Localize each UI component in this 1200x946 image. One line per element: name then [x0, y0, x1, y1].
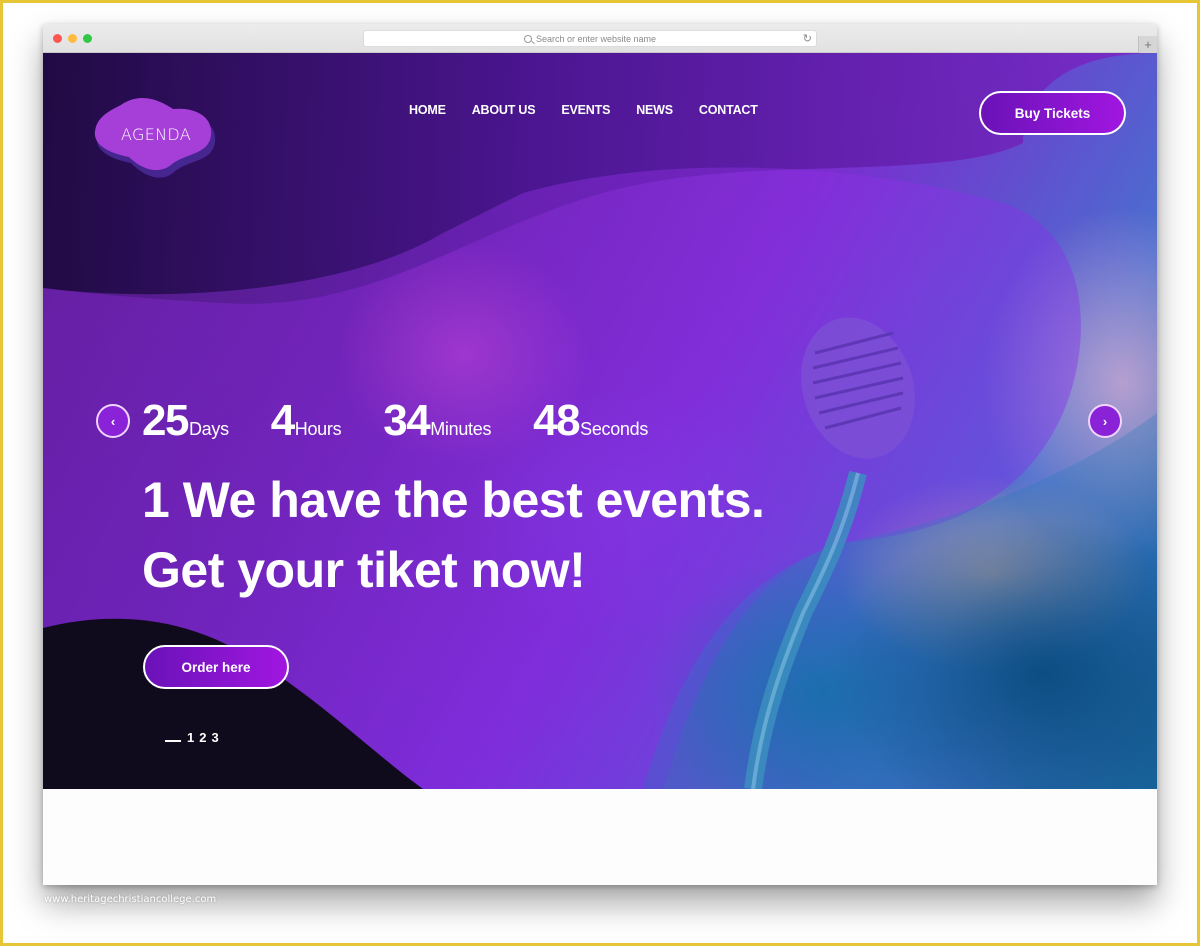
logo-text: AGENDA	[121, 125, 191, 144]
pager-item-2[interactable]: 2	[199, 730, 206, 745]
countdown-minutes: 34 Minutes	[383, 396, 491, 446]
watermark-text: www.heritagechristiancollege.com	[44, 894, 217, 905]
chevron-left-icon: ‹	[110, 413, 116, 429]
new-tab-button[interactable]: +	[1138, 36, 1157, 54]
prev-slide-button[interactable]: ‹	[96, 404, 130, 438]
hero-headline: 1 We have the best events. Get your tike…	[142, 465, 765, 605]
countdown-timer: 25 Days 4 Hours 34 Minutes 48 Seconds	[142, 396, 648, 446]
site-logo[interactable]: AGENDA	[93, 93, 219, 183]
hero-section: AGENDA HOME ABOUT US EVENTS NEWS CONTACT…	[43, 53, 1157, 789]
pager-item-1[interactable]: 1	[187, 730, 194, 745]
countdown-unit: Minutes	[430, 419, 492, 439]
headline-line-1: 1 We have the best events.	[142, 472, 765, 528]
countdown-value: 25	[142, 396, 189, 445]
countdown-hours: 4 Hours	[271, 396, 342, 446]
buy-tickets-button[interactable]: Buy Tickets	[979, 91, 1126, 135]
headline-line-2: Get your tiket now!	[142, 542, 586, 598]
countdown-value: 34	[383, 396, 430, 445]
minimize-window-button[interactable]	[68, 34, 77, 43]
countdown-seconds: 48 Seconds	[533, 396, 648, 446]
close-window-button[interactable]	[53, 34, 62, 43]
pager-item-3[interactable]: 3	[211, 730, 218, 745]
nav-about-us[interactable]: ABOUT US	[472, 103, 536, 117]
search-icon	[523, 34, 532, 43]
order-here-button[interactable]: Order here	[143, 645, 289, 689]
nav-contact[interactable]: CONTACT	[699, 103, 758, 117]
slide-pager: 1 2 3	[165, 730, 219, 745]
address-bar[interactable]: Search or enter website name ↻	[363, 30, 817, 47]
nav-events[interactable]: EVENTS	[561, 103, 610, 117]
countdown-value: 4	[270, 396, 295, 445]
main-nav: HOME ABOUT US EVENTS NEWS CONTACT	[409, 103, 784, 117]
browser-window: Search or enter website name ↻ + AGENDA …	[43, 24, 1157, 885]
browser-titlebar: Search or enter website name ↻ +	[43, 24, 1157, 54]
nav-news[interactable]: NEWS	[636, 103, 673, 117]
active-slide-indicator	[165, 740, 181, 742]
chevron-right-icon: ›	[1102, 413, 1108, 429]
address-bar-placeholder: Search or enter website name	[535, 33, 657, 44]
maximize-window-button[interactable]	[83, 34, 92, 43]
nav-home[interactable]: HOME	[409, 103, 446, 117]
countdown-unit: Hours	[294, 419, 342, 439]
countdown-unit: Seconds	[580, 419, 649, 439]
countdown-value: 48	[533, 396, 580, 445]
countdown-unit: Days	[188, 419, 229, 439]
reload-icon[interactable]: ↻	[803, 32, 812, 45]
countdown-days: 25 Days	[142, 396, 229, 446]
next-slide-button[interactable]: ›	[1088, 404, 1122, 438]
